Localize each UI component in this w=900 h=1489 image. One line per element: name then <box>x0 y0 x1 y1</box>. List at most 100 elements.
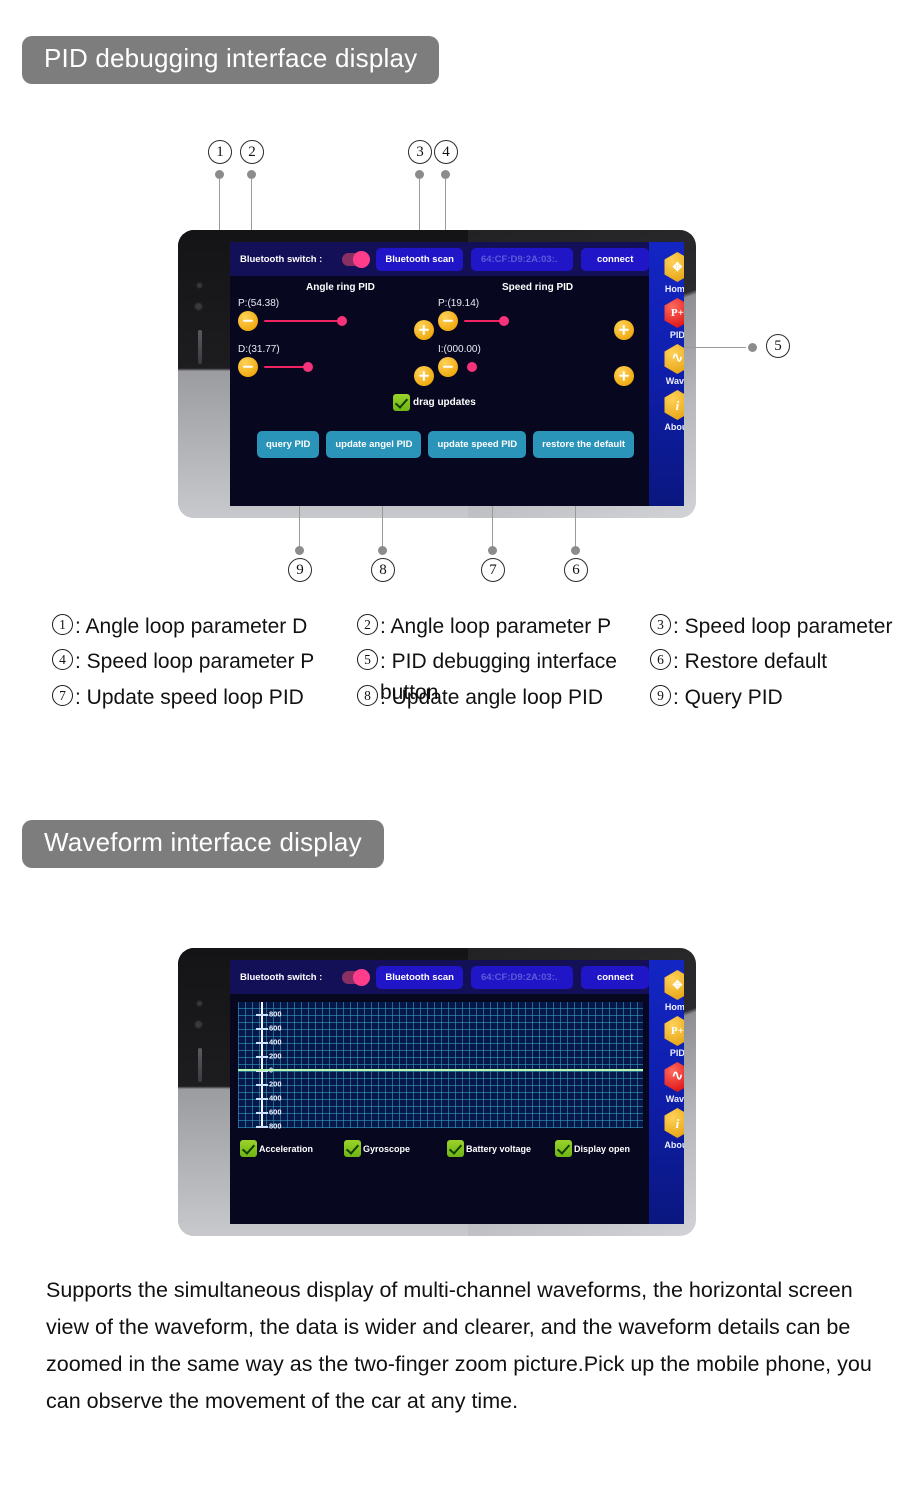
angle-param-p: P:(54.38) <box>238 298 347 331</box>
chart-y-axis <box>261 1002 263 1128</box>
callout-5-number: 5 <box>766 334 790 358</box>
page-root: PID debugging interface display 1 2 3 4 <box>0 0 900 1489</box>
chart-ylabel-400n: 400 <box>269 1093 282 1103</box>
front-camera-icon-wave <box>196 1000 203 1007</box>
legend-item-1: 1 : Angle loop parameter D <box>52 612 357 642</box>
callout-9: 9 <box>288 558 314 584</box>
sidebar-item-pid[interactable]: P+ PID <box>662 298 684 340</box>
angle-d-slider[interactable] <box>264 362 313 372</box>
toggle-knob <box>353 250 371 268</box>
bluetooth-toggle[interactable] <box>342 250 371 268</box>
drag-updates-checkbox[interactable] <box>393 394 410 411</box>
legend-row-1: 1 : Angle loop parameter D 2 : Angle loo… <box>52 612 900 642</box>
angle-p-plus-button[interactable] <box>414 320 434 340</box>
speed-i-slider[interactable] <box>464 362 477 372</box>
display-open-label: Display open <box>574 1143 631 1154</box>
restore-default-button[interactable]: restore the default <box>533 431 635 458</box>
description-paragraph: Supports the simultaneous display of mul… <box>46 1278 872 1413</box>
callout-8: 8 <box>371 558 397 584</box>
sidebar-label-pid: PID <box>669 330 684 340</box>
toggle-knob-wave <box>353 968 371 986</box>
legend-item-7: 7 : Update speed loop PID <box>52 683 357 713</box>
connect-button-wave[interactable]: connect <box>580 965 650 989</box>
sensor-icon <box>194 302 203 311</box>
app-wave: Bluetooth switch : Bluetooth scan 64:CF:… <box>230 960 684 1224</box>
display-open-checkbox[interactable] <box>555 1140 572 1157</box>
update-speed-pid-button[interactable]: update speed PID <box>428 431 527 458</box>
chart-tick-200p <box>256 1056 268 1058</box>
pid-topbar: Bluetooth switch : Bluetooth scan 64:CF:… <box>230 242 650 276</box>
chart-ylabel-800n: 800 <box>269 1121 282 1131</box>
battery-voltage-label: Battery voltage <box>466 1143 532 1154</box>
chart-tick-200n <box>256 1084 268 1086</box>
pid-icon-wave: P+ <box>662 1016 684 1046</box>
channel-gyroscope[interactable]: Gyroscope <box>344 1140 447 1157</box>
angle-p-slider[interactable] <box>264 316 347 326</box>
drag-updates-row[interactable]: drag updates <box>393 394 476 411</box>
mac-address-field[interactable]: 64:CF:D9:2A:03:. <box>470 247 573 271</box>
sidebar-item-about[interactable]: i About <box>662 390 684 432</box>
angle-p-slider-thumb[interactable] <box>337 316 347 326</box>
chart-ylabel-200p: 200 <box>269 1051 282 1061</box>
bluetooth-scan-button-wave[interactable]: Bluetooth scan <box>376 965 463 989</box>
app-pid: Bluetooth switch : Bluetooth scan 64:CF:… <box>230 242 684 506</box>
waveform-chart[interactable]: 800 600 400 200 0 200 400 <box>238 1002 644 1131</box>
channel-battery-voltage[interactable]: Battery voltage <box>447 1140 555 1157</box>
speed-i-minus-button[interactable] <box>438 357 458 377</box>
chart-ylabel-600n: 600 <box>269 1107 282 1117</box>
angle-ring-title: Angle ring PID <box>306 282 375 293</box>
wave-topbar: Bluetooth switch : Bluetooth scan 64:CF:… <box>230 960 650 994</box>
speaker-grille <box>198 330 202 364</box>
battery-voltage-checkbox[interactable] <box>447 1140 464 1157</box>
legend-num-7: 7 <box>52 685 73 707</box>
tablet-device-wave: Bluetooth switch : Bluetooth scan 64:CF:… <box>178 948 696 1236</box>
angle-d-plus-button[interactable] <box>414 366 434 386</box>
speed-i-slider-thumb[interactable] <box>467 362 477 372</box>
bluetooth-toggle-wave[interactable] <box>342 968 371 986</box>
angle-param-p-row <box>238 311 347 331</box>
callout-legend: 1 : Angle loop parameter D 2 : Angle loo… <box>52 612 900 719</box>
chart-ylabel-800p: 800 <box>269 1009 282 1019</box>
update-angle-pid-button[interactable]: update angel PID <box>326 431 422 458</box>
sidebar-item-wave[interactable]: ∿ Wave <box>662 344 684 386</box>
speaker-grille-wave <box>198 1048 202 1082</box>
angle-d-slider-thumb[interactable] <box>303 362 313 372</box>
sidebar-item-wave-wave[interactable]: ∿ Wave <box>662 1062 684 1104</box>
speed-p-slider-thumb[interactable] <box>499 316 509 326</box>
legend-num-3: 3 <box>650 614 671 635</box>
channel-acceleration[interactable]: Acceleration <box>240 1140 344 1157</box>
sidebar-item-home[interactable]: ✥ Home <box>662 252 684 294</box>
query-pid-button[interactable]: query PID <box>257 431 320 458</box>
callout-2: 2 <box>240 140 266 166</box>
legend-item-2: 2 : Angle loop parameter P <box>357 612 650 642</box>
mac-address-field-wave[interactable]: 64:CF:D9:2A:03:. <box>470 965 573 989</box>
speed-p-slider[interactable] <box>464 316 509 326</box>
acceleration-checkbox[interactable] <box>240 1140 257 1157</box>
angle-param-d-label: D:(31.77) <box>238 344 280 355</box>
bluetooth-scan-button[interactable]: Bluetooth scan <box>376 247 463 271</box>
speed-p-minus-button[interactable] <box>438 311 458 331</box>
acceleration-label: Acceleration <box>259 1143 314 1154</box>
speed-p-plus-button[interactable] <box>614 320 634 340</box>
pid-sidebar: ✥ Home P+ PID ∿ <box>649 242 684 506</box>
chart-ylabel-200n: 200 <box>269 1079 282 1089</box>
angle-d-minus-button[interactable] <box>238 357 258 377</box>
wave-content: 800 600 400 200 0 200 400 <box>230 994 649 1224</box>
channel-display-open[interactable]: Display open <box>555 1140 630 1157</box>
connect-button[interactable]: connect <box>580 247 650 271</box>
waveform-icon: ∿ <box>662 344 684 374</box>
callout-7-number: 7 <box>481 558 505 582</box>
angle-param-p-label: P:(54.38) <box>238 298 280 309</box>
angle-p-minus-button[interactable] <box>238 311 258 331</box>
speed-ring-title: Speed ring PID <box>502 282 574 293</box>
callout-6-dot <box>571 546 580 555</box>
sidebar-item-about-wave[interactable]: i About <box>662 1108 684 1150</box>
callout-5-dot <box>748 343 757 352</box>
speed-i-plus-button[interactable] <box>614 366 634 386</box>
speed-param-i: I:(000.00) <box>438 344 481 377</box>
gyroscope-checkbox[interactable] <box>344 1140 361 1157</box>
sidebar-item-home-wave[interactable]: ✥ Home <box>662 970 684 1012</box>
callout-3-number: 3 <box>408 140 432 164</box>
sidebar-item-pid-wave[interactable]: P+ PID <box>662 1016 684 1058</box>
bluetooth-switch-label: Bluetooth switch : <box>240 253 323 265</box>
